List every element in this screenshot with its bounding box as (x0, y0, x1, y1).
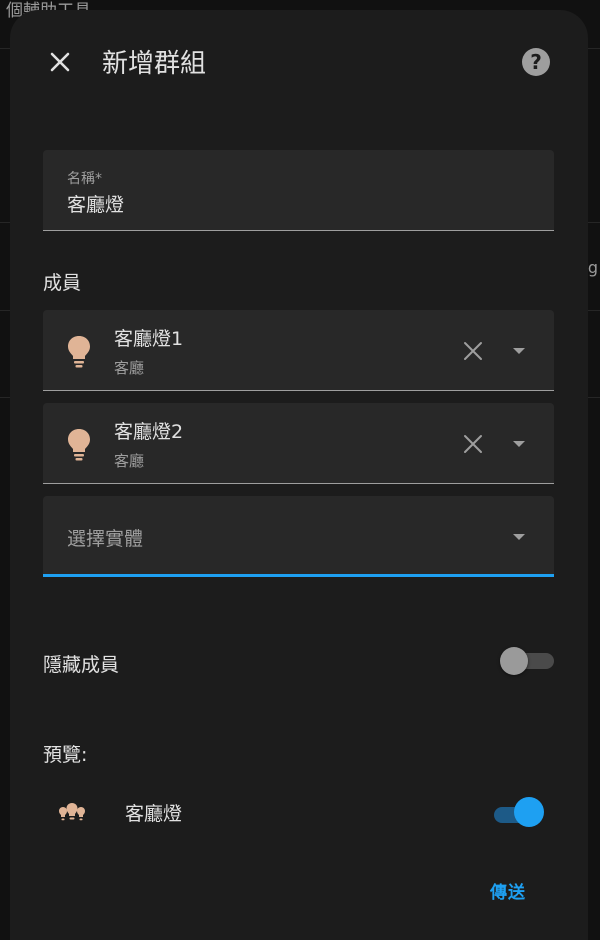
member-area: 客廳 (114, 359, 145, 377)
clear-icon[interactable] (461, 339, 485, 363)
close-button[interactable] (46, 48, 74, 76)
preview-entity-name: 客廳燈 (125, 803, 183, 825)
member-name: 客廳燈2 (114, 421, 184, 443)
submit-button[interactable]: 傳送 (490, 878, 526, 903)
dialog-title: 新增群組 (102, 49, 207, 79)
lightbulb-icon (68, 336, 90, 368)
chevron-down-icon[interactable] (509, 529, 529, 545)
clear-icon[interactable] (461, 432, 485, 456)
hide-members-label: 隱藏成員 (43, 654, 120, 676)
member-area: 客廳 (114, 452, 145, 470)
member-name: 客廳燈1 (114, 328, 184, 350)
chevron-down-icon[interactable] (509, 436, 529, 452)
toggle-knob (500, 647, 528, 675)
member-row[interactable]: 客廳燈2 客廳 (43, 403, 554, 484)
entity-picker-placeholder: 選擇實體 (67, 528, 144, 550)
name-field[interactable]: 名稱* 客廳燈 (43, 150, 554, 231)
lightbulb-group-icon (59, 803, 85, 821)
help-button[interactable]: ? (522, 48, 550, 76)
members-label: 成員 (43, 272, 82, 294)
entity-picker[interactable]: 選擇實體 (43, 496, 554, 577)
toggle-knob (514, 797, 544, 827)
lightbulb-icon (68, 429, 90, 461)
background-edge-text: g (587, 258, 598, 277)
member-row[interactable]: 客廳燈1 客廳 (43, 310, 554, 391)
chevron-down-icon[interactable] (509, 343, 529, 359)
help-icon: ? (530, 50, 542, 74)
name-field-label: 名稱* (67, 171, 102, 187)
add-group-dialog: 新增群組 ? 名稱* 客廳燈 成員 客廳燈1 客廳 客廳燈2 客廳 選擇實體 隱… (10, 10, 588, 940)
name-field-value: 客廳燈 (67, 194, 125, 216)
close-icon (50, 52, 70, 72)
preview-label: 預覽: (43, 744, 88, 766)
preview-toggle[interactable] (494, 795, 550, 835)
hide-members-toggle[interactable] (500, 641, 556, 681)
